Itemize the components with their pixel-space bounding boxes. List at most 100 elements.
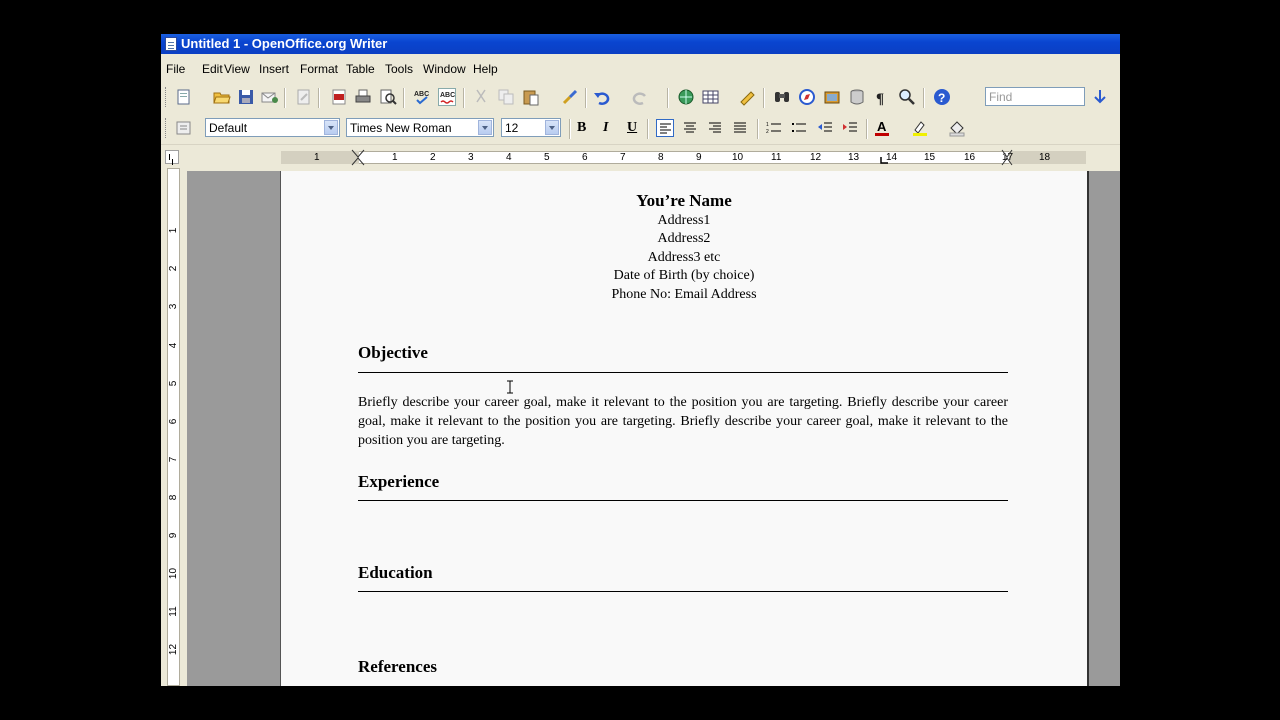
format-paintbrush-icon[interactable] [561, 88, 579, 106]
svg-text:1: 1 [766, 122, 769, 128]
decrease-indent-icon[interactable] [816, 119, 834, 137]
separator [923, 88, 925, 108]
ruler-number: 15 [924, 152, 936, 163]
menu-table[interactable]: Table [346, 62, 375, 76]
hyperlink-icon[interactable] [677, 88, 695, 106]
find-next-icon[interactable] [1091, 88, 1109, 106]
undo-icon[interactable] [593, 88, 611, 106]
svg-text:2: 2 [766, 129, 769, 135]
vertical-ruler[interactable]: 1 2 3 4 5 6 7 8 9 10 11 12 [161, 168, 187, 686]
help-icon[interactable]: ? [933, 88, 951, 106]
paragraph-style-select[interactable]: Default [205, 118, 340, 137]
address-line[interactable]: Address3 etc [281, 250, 1087, 266]
menu-file[interactable]: File [166, 62, 185, 76]
align-center-icon[interactable] [681, 119, 699, 137]
page-preview-icon[interactable] [379, 88, 397, 106]
ruler-number: 10 [168, 567, 179, 580]
navigator-icon[interactable] [798, 88, 816, 106]
toolbar-grip[interactable] [165, 87, 169, 107]
menu-edit[interactable]: Edit [202, 62, 223, 76]
paste-icon[interactable] [522, 88, 540, 106]
underline-button[interactable]: U [627, 120, 637, 136]
education-heading[interactable]: Education [358, 563, 433, 583]
bullets-icon[interactable] [790, 119, 808, 137]
italic-button[interactable]: I [603, 120, 608, 136]
ruler-number: 1 [392, 152, 398, 163]
increase-indent-icon[interactable] [841, 119, 859, 137]
highlighting-icon[interactable] [911, 119, 929, 137]
resume-name[interactable]: You’re Name [281, 191, 1087, 211]
references-heading[interactable]: References [358, 657, 437, 677]
chevron-down-icon[interactable] [478, 120, 492, 135]
objective-text[interactable]: Briefly describe your career goal, make … [358, 393, 1008, 450]
chevron-down-icon[interactable] [545, 120, 559, 135]
font-size-value: 12 [505, 121, 519, 135]
document-page[interactable]: You’re Name Address1 Address2 Address3 e… [280, 171, 1089, 686]
spellcheck-icon[interactable]: ABC [413, 88, 431, 106]
chevron-down-icon[interactable] [324, 120, 338, 135]
ruler-number: 5 [168, 380, 179, 387]
align-left-icon[interactable] [656, 119, 674, 137]
menu-help[interactable]: Help [473, 62, 498, 76]
right-indent-marker-icon[interactable] [1001, 149, 1013, 166]
date-of-birth-line[interactable]: Date of Birth (by choice) [281, 268, 1087, 284]
menu-format[interactable]: Format [300, 62, 338, 76]
menu-tools[interactable]: Tools [385, 62, 413, 76]
text-cursor-icon [507, 380, 513, 394]
font-color-icon[interactable]: A [873, 119, 891, 137]
document-area[interactable]: You’re Name Address1 Address2 Address3 e… [187, 171, 1120, 686]
horizontal-ruler[interactable]: 1 1 2 3 4 5 6 7 8 9 10 11 12 13 14 15 16… [161, 146, 1120, 168]
redo-icon[interactable] [631, 88, 649, 106]
font-name-select[interactable]: Times New Roman [346, 118, 494, 137]
section-divider [358, 500, 1008, 501]
indent-marker-icon[interactable] [351, 149, 365, 166]
ruler-number: 5 [544, 152, 550, 163]
background-color-icon[interactable] [948, 119, 966, 137]
address-line[interactable]: Address1 [281, 213, 1087, 229]
find-replace-icon[interactable] [773, 88, 791, 106]
autospellcheck-icon[interactable]: ABC [438, 88, 456, 106]
print-icon[interactable] [354, 88, 372, 106]
menu-insert[interactable]: Insert [259, 62, 289, 76]
writer-document-icon [165, 37, 177, 51]
contact-line[interactable]: Phone No: Email Address [281, 287, 1087, 303]
bold-button[interactable]: B [577, 120, 586, 136]
menu-view[interactable]: View [224, 62, 250, 76]
objective-heading[interactable]: Objective [358, 343, 428, 363]
ruler-number: 7 [620, 152, 626, 163]
tab-stop-marker-icon[interactable] [879, 157, 889, 165]
styles-formatting-icon[interactable] [175, 119, 193, 137]
numbering-icon[interactable]: 12 [765, 119, 783, 137]
save-icon[interactable] [237, 88, 255, 106]
separator [318, 88, 320, 108]
export-pdf-icon[interactable] [330, 88, 348, 106]
svg-text:ABC: ABC [440, 92, 455, 99]
zoom-icon[interactable] [898, 88, 916, 106]
ruler-number: 3 [468, 152, 474, 163]
cut-icon[interactable] [472, 88, 490, 106]
new-document-icon[interactable] [175, 88, 193, 106]
nonprinting-characters-icon[interactable]: ¶ [873, 88, 891, 106]
justify-icon[interactable] [731, 119, 749, 137]
draw-functions-icon[interactable] [739, 88, 757, 106]
align-right-icon[interactable] [706, 119, 724, 137]
ruler-number: 6 [168, 418, 179, 425]
ruler-number: 3 [168, 303, 179, 310]
experience-heading[interactable]: Experience [358, 472, 439, 492]
table-icon[interactable] [702, 88, 720, 106]
separator [763, 88, 765, 108]
edit-file-icon[interactable] [295, 88, 313, 106]
address-line[interactable]: Address2 [281, 231, 1087, 247]
tab-stop-selector[interactable] [165, 150, 179, 164]
copy-icon[interactable] [497, 88, 515, 106]
separator [585, 88, 587, 108]
find-input[interactable]: Find [985, 87, 1085, 106]
data-sources-icon[interactable] [848, 88, 866, 106]
font-size-select[interactable]: 12 [501, 118, 561, 137]
email-icon[interactable] [261, 88, 279, 106]
ruler-number: 13 [848, 152, 860, 163]
toolbar-grip[interactable] [165, 118, 169, 138]
menu-window[interactable]: Window [423, 62, 466, 76]
open-folder-icon[interactable] [213, 88, 231, 106]
gallery-icon[interactable] [823, 88, 841, 106]
